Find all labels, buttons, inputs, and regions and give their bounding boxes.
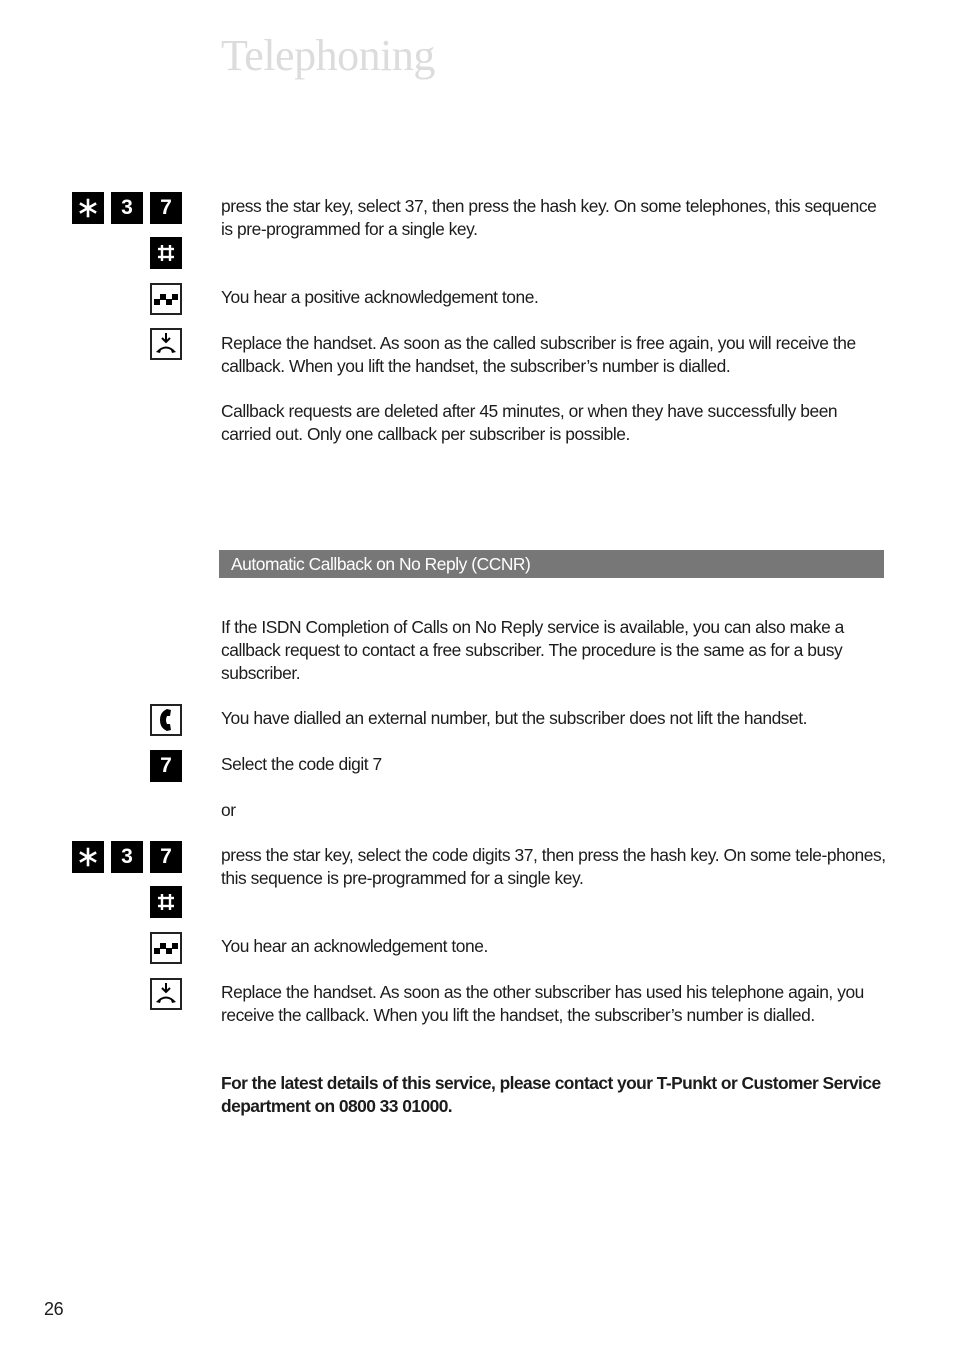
digit-key-7-icon: 7 xyxy=(150,192,182,224)
step-select-digit-7: Select the code digit 7 xyxy=(221,754,382,774)
key-label: 3 xyxy=(121,845,133,868)
key-label: 3 xyxy=(121,196,133,219)
step-press-star-37-hash: press the star key, select 37, then pres… xyxy=(221,196,877,239)
step-acknowledgement-tone: You hear an acknowledgement tone. xyxy=(221,936,488,956)
step-replace-handset: Replace the handset. As soon as the call… xyxy=(221,333,856,376)
step-press-star-37-hash: press the star key, select the code digi… xyxy=(221,845,886,888)
section-heading-ccnr: Automatic Callback on No Reply (CCNR) xyxy=(219,550,884,578)
or-label: or xyxy=(221,800,236,820)
step-replace-handset: Replace the handset. As soon as the othe… xyxy=(221,982,864,1025)
digit-key-7-icon: 7 xyxy=(150,750,182,782)
hash-key-icon xyxy=(150,237,182,269)
digit-key-7-icon: 7 xyxy=(150,841,182,873)
handset-icon xyxy=(150,704,182,736)
page-title: Telephoning xyxy=(221,31,435,80)
contact-note: For the latest details of this service, … xyxy=(221,1073,881,1116)
step-dialled-no-reply: You have dialled an external number, but… xyxy=(221,708,808,728)
replace-handset-icon xyxy=(150,978,182,1010)
digit-key-3-icon: 3 xyxy=(111,841,143,873)
star-key-icon xyxy=(72,841,104,873)
step-positive-tone: You hear a positive acknowledgement tone… xyxy=(221,287,539,307)
digit-key-3-icon: 3 xyxy=(111,192,143,224)
callback-expiry-note: Callback requests are deleted after 45 m… xyxy=(221,401,838,444)
replace-handset-icon xyxy=(150,328,182,360)
key-label: 7 xyxy=(160,196,172,219)
page-number: 26 xyxy=(44,1299,64,1319)
ccnr-intro: If the ISDN Completion of Calls on No Re… xyxy=(221,617,844,683)
acknowledgement-tone-icon xyxy=(150,283,182,315)
star-key-icon xyxy=(72,192,104,224)
key-label: 7 xyxy=(160,754,172,777)
hash-key-icon xyxy=(150,886,182,918)
key-label: 7 xyxy=(160,845,172,868)
acknowledgement-tone-icon xyxy=(150,932,182,964)
